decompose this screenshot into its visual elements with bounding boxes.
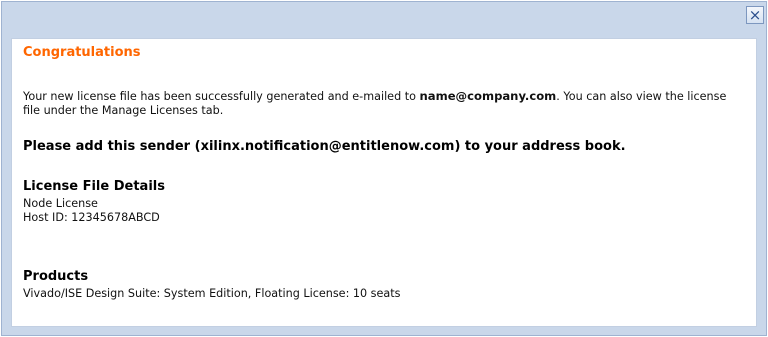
products-title: Products <box>23 269 89 284</box>
product-item: Vivado/ISE Design Suite: System Edition,… <box>23 287 401 300</box>
success-message: Your new license file has been successfu… <box>23 89 743 118</box>
recipient-email: name@company.com <box>419 89 557 103</box>
sender-notice: Please add this sender (xilinx.notificat… <box>23 139 626 154</box>
dialog-titlebar: × <box>2 2 766 38</box>
host-id: Host ID: 12345678ABCD <box>23 211 160 224</box>
message-text-start: Your new license file has been successfu… <box>23 90 416 103</box>
license-details-title: License File Details <box>23 179 165 194</box>
close-button[interactable]: × <box>746 6 764 24</box>
license-dialog: × Congratulations Your new license file … <box>1 1 767 336</box>
dialog-content: Congratulations Your new license file ha… <box>11 38 757 327</box>
dialog-heading: Congratulations <box>23 45 141 60</box>
license-type: Node License <box>23 197 98 210</box>
close-icon: × <box>748 6 762 24</box>
